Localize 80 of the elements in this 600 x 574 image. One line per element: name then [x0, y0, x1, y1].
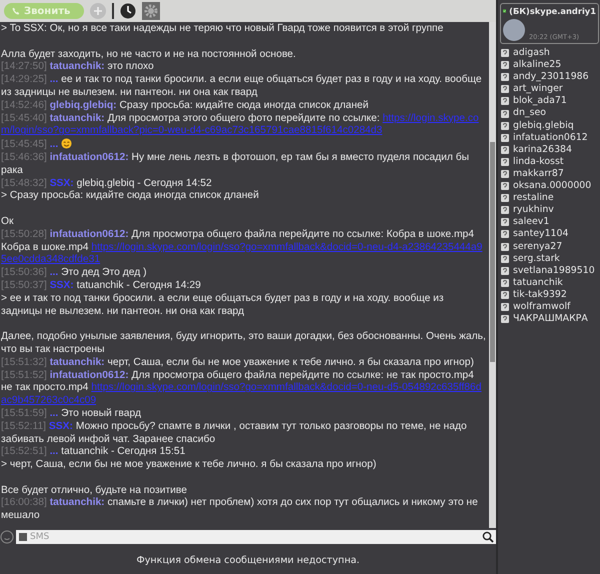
square-icon: [19, 533, 27, 541]
contact-name: blok_ada71: [513, 95, 567, 108]
contact-name: ЧАКРАШМАКРА: [513, 313, 588, 326]
chat-line: > ее и так то под танки бросили. а если еще общаться будет раз в году и на ходу. вообще из задницы не вылезем. ни пантеон. ни она как гвард: [1, 292, 445, 318]
contact-name: linda-kosst: [513, 156, 564, 168]
chat-line: > To SSX: Ок, но я все таки надежды не теряю что новый Гвард тоже появится в этой группе: [1, 23, 444, 36]
contact-status-icon: [501, 182, 509, 190]
contact-status-icon: [501, 206, 509, 214]
profile-name: (БК)skype.andriy1: [509, 6, 596, 16]
contact-name: serg.stark: [513, 252, 560, 265]
contact-name: serenya27: [513, 240, 562, 253]
chat-message: [15:50:28] infatuation0612: Для просмотра общего файла перейдите по ссылке: Кобра в шоке.mp4 Кобра в шоке.mp4 https://login.skype.com/login/sso?go=xmmfallback&docid=0-neu-d4-a23864235444a95ee0cdda348cdfde31: [1, 228, 484, 268]
contact-status-icon: [501, 61, 509, 70]
plus-icon: [93, 6, 104, 16]
chat-message: [15:51:59] ... Это новый гвард: [1, 408, 142, 421]
contact-name: svetlana1989510: [513, 264, 595, 277]
contact-status-icon: [501, 146, 509, 154]
chat-message: [14:27:50] tatuanchik: это плохо: [1, 61, 155, 74]
chat-message: [15:51:32] tatuanchik: черт, Саша, если бы не мое уважение к тебе лично. я бы сказала про игнор): [1, 356, 475, 370]
chat-line: Все будет отлично, будьте на позитиве: [1, 484, 188, 498]
contact-status-icon: [501, 290, 509, 299]
contact-status-icon: [501, 303, 509, 312]
contact-name: karina26384: [513, 144, 572, 156]
smiley-icon[interactable]: [0, 530, 14, 544]
contact-name: ryukhinv: [513, 204, 554, 216]
status-message: Функция обмена сообщениями недоступна.: [136, 554, 360, 566]
contact-status-icon: [501, 158, 509, 166]
chat-message: [15:45:45] ...: [1, 138, 487, 152]
scrollbar[interactable]: [489, 22, 496, 528]
contact-status-icon: [501, 230, 509, 238]
chat-line: > Сразу просьба: кидайте сюда иногда список дланей: [1, 190, 260, 204]
chat-message: [15:50:36] ... Это дед Это дед ): [1, 267, 148, 280]
message-field[interactable]: SMS: [16, 530, 496, 544]
chat-message: [14:29:25] ... ее и так то под танки бросили. а если еще общаться будет раз в году и на ходу. вообще из задницы не вылезем. ни пантеон. ни она как гвард: [1, 74, 483, 100]
contact-name: alkaline25: [513, 59, 562, 72]
contact-name: art_winger: [513, 83, 563, 96]
chat-message: [15:48:32] SSX: glebiq.glebiq - Сегодня 14:52: [1, 178, 213, 190]
contact-name: wolframwolf: [513, 300, 570, 314]
contact-status-icon: [501, 73, 509, 82]
contact-status-icon: [501, 242, 509, 251]
contact-name: glebiq.glebiq: [513, 120, 574, 132]
contact-status-icon: [501, 49, 509, 58]
chat-line: > черт, Саша, если бы не мое уважение к тебе лично. я бы сказала про игнор): [1, 459, 378, 472]
contact-name: santey1104: [513, 228, 568, 240]
contact-status-icon: [501, 194, 509, 202]
contact-status-icon: [501, 97, 509, 106]
chat-message: [15:51:52] infatuation0612: Для просмотра общего файла перейдите по ссылке: не так просто.mp4 не так просто.mp4 https://login.skype.com/login/sso?go=xmmfallback&docid=0-neu-d5-054892c635ff86dac9b457263c0c4c09: [1, 370, 482, 408]
contact-status-icon: [501, 218, 509, 226]
chat-message: [15:50:37] SSX: tatuanchik - Сегодня 14:29: [1, 280, 202, 293]
chat-message: [15:52:51] ... tatuanchik - Сегодня 15:51: [1, 446, 186, 460]
contact-status-icon: [501, 315, 509, 324]
chat-line: Ок: [1, 214, 15, 229]
contact-status-icon: [501, 110, 509, 118]
contact-name: andy_23011986: [513, 71, 589, 84]
phone-icon: [12, 7, 20, 15]
contact-name: tik-tak9392: [513, 288, 567, 301]
contact-name: saleev1: [513, 216, 550, 228]
clock-icon[interactable]: [120, 3, 136, 19]
call-button[interactable]: Звонить: [4, 3, 84, 19]
chat-message: [14:52:46] glebiq.glebiq: Сразу просьба: кидайте сюда иногда список дланей: [1, 100, 370, 113]
search-icon[interactable]: [482, 531, 494, 543]
contact-name: oksana.0000000: [513, 180, 592, 192]
contact-name: infatuation0612: [513, 132, 588, 144]
contact-status-icon: [501, 85, 509, 94]
contact-status-icon: [501, 266, 509, 275]
contact-name: restaline: [513, 192, 554, 204]
settings-icon[interactable]: [142, 2, 160, 20]
contact-status-icon: [501, 254, 509, 263]
contact-status-icon: [501, 134, 509, 142]
chat-message: [15:45:40] tatuanchik: Для просмотра этого общего фото перейдите по ссылке: https://login.skype.com/login/sso?go=xmmfallback?pic=0-weu-d4-c69ac73c165791cae8815f614c0284d3: [1, 112, 480, 138]
contact-name: dn_seo: [513, 107, 546, 120]
contact-name: adigash: [513, 47, 550, 60]
chat-line: Алла будет заходить, но не часто и не на постоянной основе.: [1, 48, 297, 62]
contact-status-icon: [501, 278, 509, 287]
contact-status-icon: [501, 170, 509, 178]
chat-message: [16:00:38] tatuanchik: спамьте в лички) нет проблем) хотя до сих пор тут общались и никому это не мешало: [1, 497, 479, 524]
contact-name: tatuanchik: [513, 276, 563, 289]
avatar: [503, 19, 525, 41]
contact-status-icon: [501, 122, 509, 130]
contact-name: makkarr87: [513, 168, 564, 180]
